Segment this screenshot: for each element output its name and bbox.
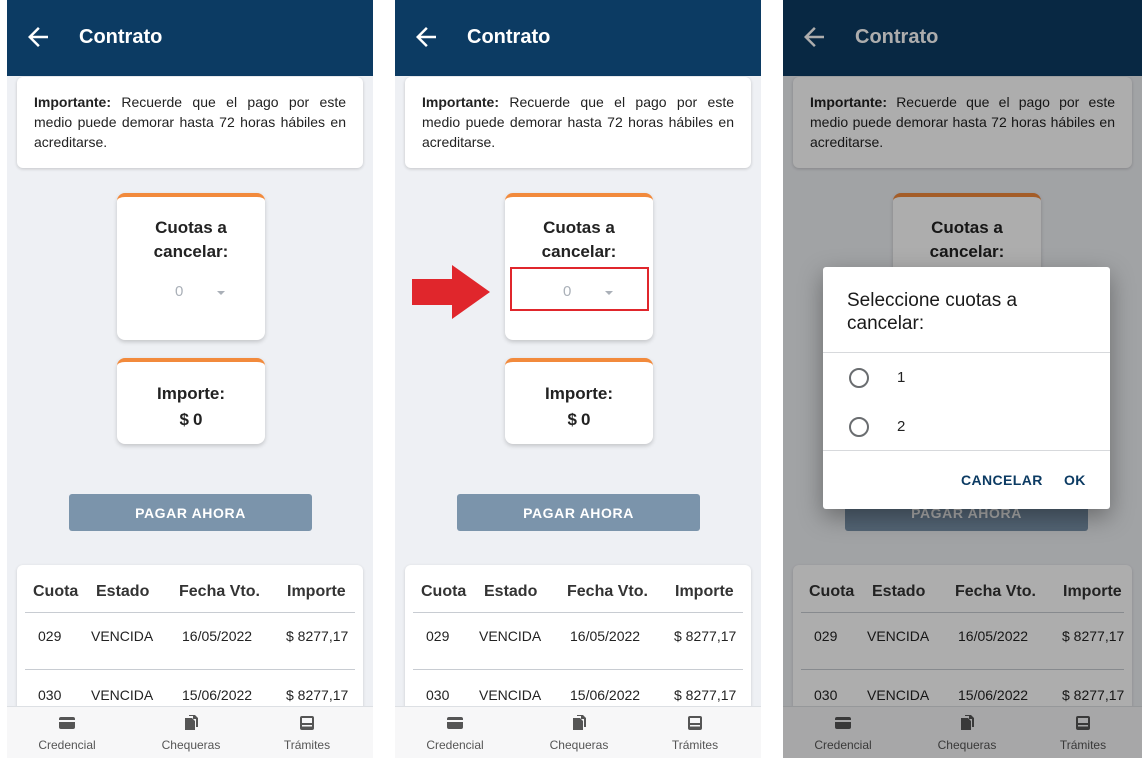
cell-estado: VENCIDA [91, 687, 154, 703]
cell-fecha: 15/06/2022 [570, 687, 641, 703]
nav-chequeras[interactable]: Chequeras [136, 707, 246, 758]
cell-cuota: 029 [38, 628, 62, 644]
cell-importe: $ 8277,17 [286, 687, 349, 703]
pay-now-button[interactable]: PAGAR AHORA [457, 494, 700, 531]
header-estado: Estado [484, 583, 538, 600]
phone-screen-2: Contrato Importante: Recuerde que el pag… [395, 0, 761, 758]
page-title: Contrato [467, 26, 551, 48]
notice-bold: Importante: [34, 94, 111, 110]
divider [823, 450, 1110, 451]
cuotas-select-value: 0 [175, 283, 184, 300]
table-header: Cuota Estado Fecha Vto. Importe [17, 583, 363, 611]
cuotas-title: Cuotas a cancelar: [153, 218, 229, 261]
divider [25, 669, 355, 670]
app-bar: Contrato [7, 0, 373, 76]
cell-cuota: 030 [38, 687, 62, 703]
bottom-navigation: Credencial Chequeras Trámites [395, 706, 761, 758]
notice-card: Importante: Recuerde que el pago por est… [17, 77, 363, 168]
importe-card: Importe: $0 [505, 358, 653, 444]
option-2[interactable]: 2 [823, 405, 1110, 449]
radio-button[interactable] [849, 368, 869, 388]
option-label: 1 [897, 369, 906, 386]
header-cuota: Cuota [33, 583, 79, 600]
documents-icon [573, 715, 586, 730]
cell-fecha: 15/06/2022 [182, 687, 253, 703]
dropdown-caret-icon [217, 291, 225, 295]
nav-label: Chequeras [161, 738, 221, 752]
app-bar: Contrato [395, 0, 761, 76]
ok-button[interactable]: OK [1064, 472, 1086, 488]
amount-value: 0 [193, 410, 203, 429]
cell-estado: VENCIDA [479, 687, 542, 703]
nav-chequeras[interactable]: Chequeras [524, 707, 634, 758]
phone-screen-3: Contrato Importante: Recuerde que el pag… [783, 0, 1142, 758]
importe-title: Importe: [545, 384, 613, 403]
cancel-button[interactable]: CANCELAR [961, 472, 1043, 488]
cell-importe: $ 8277,17 [286, 628, 349, 644]
header-cuota: Cuota [421, 583, 467, 600]
cell-estado: VENCIDA [479, 628, 542, 644]
notice-bold: Importante: [422, 94, 499, 110]
nav-credencial[interactable]: Credencial [12, 707, 122, 758]
header-importe: Importe [287, 583, 346, 600]
bottom-navigation: Credencial Chequeras Trámites [7, 706, 373, 758]
option-label: 2 [897, 418, 906, 435]
table-row: 029 VENCIDA 16/05/2022 $ 8277,17 [405, 628, 751, 656]
installments-table: Cuota Estado Fecha Vto. Importe 029 VENC… [17, 565, 363, 725]
table-row: 029 VENCIDA 16/05/2022 $ 8277,17 [17, 628, 363, 656]
phone-screen-1: Contrato Importante: Recuerde que el pag… [7, 0, 373, 758]
nav-label: Trámites [671, 738, 719, 752]
red-arrow-icon [412, 265, 490, 319]
cuotas-select[interactable]: 0 [161, 283, 231, 305]
header-estado: Estado [96, 583, 150, 600]
nav-label: Trámites [283, 738, 331, 752]
currency-symbol: $ [179, 410, 189, 429]
cell-importe: $ 8277,17 [674, 687, 737, 703]
cuotas-title: Cuotas a cancelar: [541, 218, 617, 261]
nav-credencial[interactable]: Credencial [400, 707, 510, 758]
nav-label: Credencial [426, 738, 484, 752]
pay-now-button[interactable]: PAGAR AHORA [69, 494, 312, 531]
card-icon [59, 717, 75, 729]
table-header: Cuota Estado Fecha Vto. Importe [405, 583, 751, 611]
back-arrow-icon[interactable] [411, 22, 441, 52]
nav-tramites[interactable]: Trámites [252, 707, 362, 758]
divider [413, 612, 743, 613]
nav-label: Chequeras [549, 738, 609, 752]
cell-importe: $ 8277,17 [674, 628, 737, 644]
divider [823, 352, 1110, 353]
divider [413, 669, 743, 670]
back-arrow-icon[interactable] [23, 22, 53, 52]
header-importe: Importe [675, 583, 734, 600]
cell-estado: VENCIDA [91, 628, 154, 644]
card-icon [447, 717, 463, 729]
inbox-icon [300, 716, 314, 730]
importe-card: Importe: $0 [117, 358, 265, 444]
installments-table: Cuota Estado Fecha Vto. Importe 029 VENC… [405, 565, 751, 725]
page-title: Contrato [79, 26, 163, 48]
divider [25, 612, 355, 613]
amount-value: 0 [581, 410, 591, 429]
select-cuotas-dialog: Seleccione cuotas a cancelar: 1 2 CANCEL… [823, 267, 1110, 509]
nav-tramites[interactable]: Trámites [640, 707, 750, 758]
radio-button[interactable] [849, 417, 869, 437]
header-fecha: Fecha Vto. [567, 583, 648, 600]
importe-amount: $0 [117, 408, 265, 432]
cell-fecha: 16/05/2022 [182, 628, 253, 644]
nav-label: Credencial [38, 738, 96, 752]
header-fecha: Fecha Vto. [179, 583, 260, 600]
currency-symbol: $ [567, 410, 577, 429]
documents-icon [185, 715, 198, 730]
importe-title: Importe: [157, 384, 225, 403]
notice-card: Importante: Recuerde que el pago por est… [405, 77, 751, 168]
cell-fecha: 16/05/2022 [570, 628, 641, 644]
cell-cuota: 029 [426, 628, 450, 644]
cuotas-card: Cuotas a cancelar: 0 [117, 193, 265, 340]
cell-cuota: 030 [426, 687, 450, 703]
importe-amount: $0 [505, 408, 653, 432]
option-1[interactable]: 1 [823, 356, 1110, 400]
inbox-icon [688, 716, 702, 730]
dialog-title: Seleccione cuotas a cancelar: [847, 290, 1018, 334]
highlight-box [510, 267, 649, 311]
